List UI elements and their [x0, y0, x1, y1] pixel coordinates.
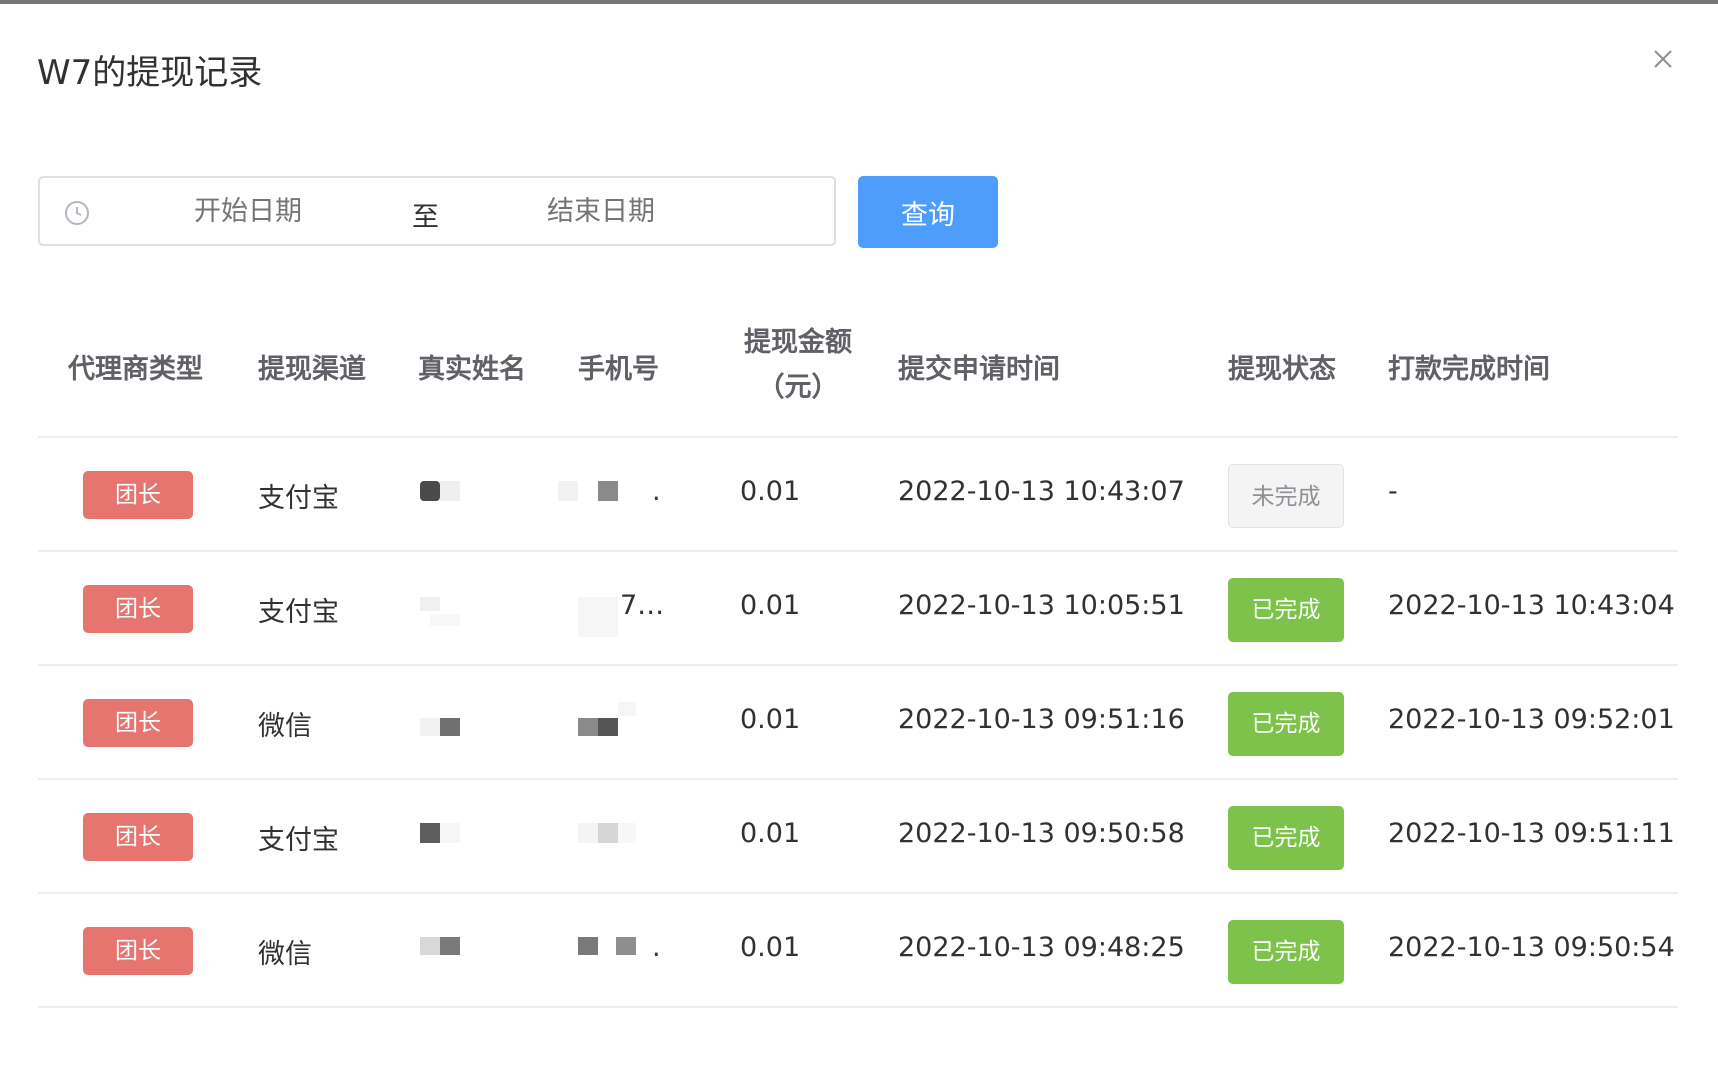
header-status: 提现状态	[1228, 354, 1336, 385]
agent-type-tag: 团长	[83, 699, 193, 747]
start-date-input[interactable]	[192, 195, 366, 228]
submit-time-cell: 2022-10-13 09:48:25	[898, 932, 1185, 963]
agent-type-tag: 团长	[83, 927, 193, 975]
submit-time-cell: 2022-10-13 09:51:16	[898, 704, 1185, 735]
header-amount-line1: 提现金额	[744, 327, 852, 358]
end-date-input[interactable]	[545, 195, 719, 228]
table-row: 团长 支付宝 . 0.01 2022-10-13 10:43:07 未完成 -	[38, 436, 1678, 552]
channel-cell: 支付宝	[258, 483, 339, 514]
table-row: 团长 微信 0.01 2022-10-13 09:51:16 已完成 2022-…	[38, 664, 1678, 780]
date-range-picker[interactable]: 至	[38, 176, 836, 246]
submit-time-cell: 2022-10-13 09:50:58	[898, 818, 1185, 849]
header-real-name: 真实姓名	[418, 354, 526, 385]
header-paid-time: 打款完成时间	[1388, 354, 1550, 385]
phone-cell-suffix: .	[652, 476, 661, 507]
agent-type-tag: 团长	[83, 471, 193, 519]
table-row: 团长 微信 . 0.01 2022-10-13 09:48:25 已完成 202…	[38, 892, 1678, 1008]
agent-type-tag: 团长	[83, 585, 193, 633]
agent-type-tag: 团长	[83, 813, 193, 861]
amount-cell: 0.01	[740, 932, 801, 963]
paid-time-cell: -	[1388, 476, 1398, 507]
phone-cell-suffix: .	[652, 932, 661, 963]
channel-cell: 支付宝	[258, 825, 339, 856]
table-row: 团长 支付宝 7… 0.01 2022-10-13 10:05:51 已完成 2…	[38, 550, 1678, 666]
query-button[interactable]: 查询	[858, 176, 998, 248]
status-badge: 未完成	[1228, 464, 1344, 528]
paid-time-cell: 2022-10-13 10:43:04	[1388, 590, 1675, 621]
channel-cell: 微信	[258, 711, 312, 742]
channel-cell: 微信	[258, 939, 312, 970]
header-amount-line2: （元）	[757, 372, 839, 403]
amount-cell: 0.01	[740, 590, 801, 621]
header-submit-time: 提交申请时间	[898, 354, 1060, 385]
submit-time-cell: 2022-10-13 10:43:07	[898, 476, 1185, 507]
channel-cell: 支付宝	[258, 597, 339, 628]
dialog-title: W7的提现记录	[37, 53, 263, 93]
status-badge: 已完成	[1228, 806, 1344, 870]
paid-time-cell: 2022-10-13 09:51:11	[1388, 818, 1675, 849]
submit-time-cell: 2022-10-13 10:05:51	[898, 590, 1185, 621]
header-agent-type: 代理商类型	[68, 354, 203, 385]
amount-cell: 0.01	[740, 704, 801, 735]
paid-time-cell: 2022-10-13 09:50:54	[1388, 932, 1675, 963]
header-phone: 手机号	[578, 354, 659, 385]
paid-time-cell: 2022-10-13 09:52:01	[1388, 704, 1675, 735]
phone-cell-suffix: 7…	[620, 590, 665, 621]
amount-cell: 0.01	[740, 818, 801, 849]
header-amount: 提现金额 （元）	[738, 320, 858, 410]
top-edge-line	[0, 0, 1718, 4]
status-badge: 已完成	[1228, 920, 1344, 984]
amount-cell: 0.01	[740, 476, 801, 507]
clock-icon	[65, 201, 89, 225]
close-icon[interactable]	[1648, 44, 1678, 74]
table-bottom-border	[38, 1006, 1678, 1008]
status-badge: 已完成	[1228, 692, 1344, 756]
status-badge: 已完成	[1228, 578, 1344, 642]
header-channel: 提现渠道	[258, 354, 366, 385]
date-range-separator: 至	[412, 202, 439, 233]
table-row: 团长 支付宝 0.01 2022-10-13 09:50:58 已完成 2022…	[38, 778, 1678, 894]
